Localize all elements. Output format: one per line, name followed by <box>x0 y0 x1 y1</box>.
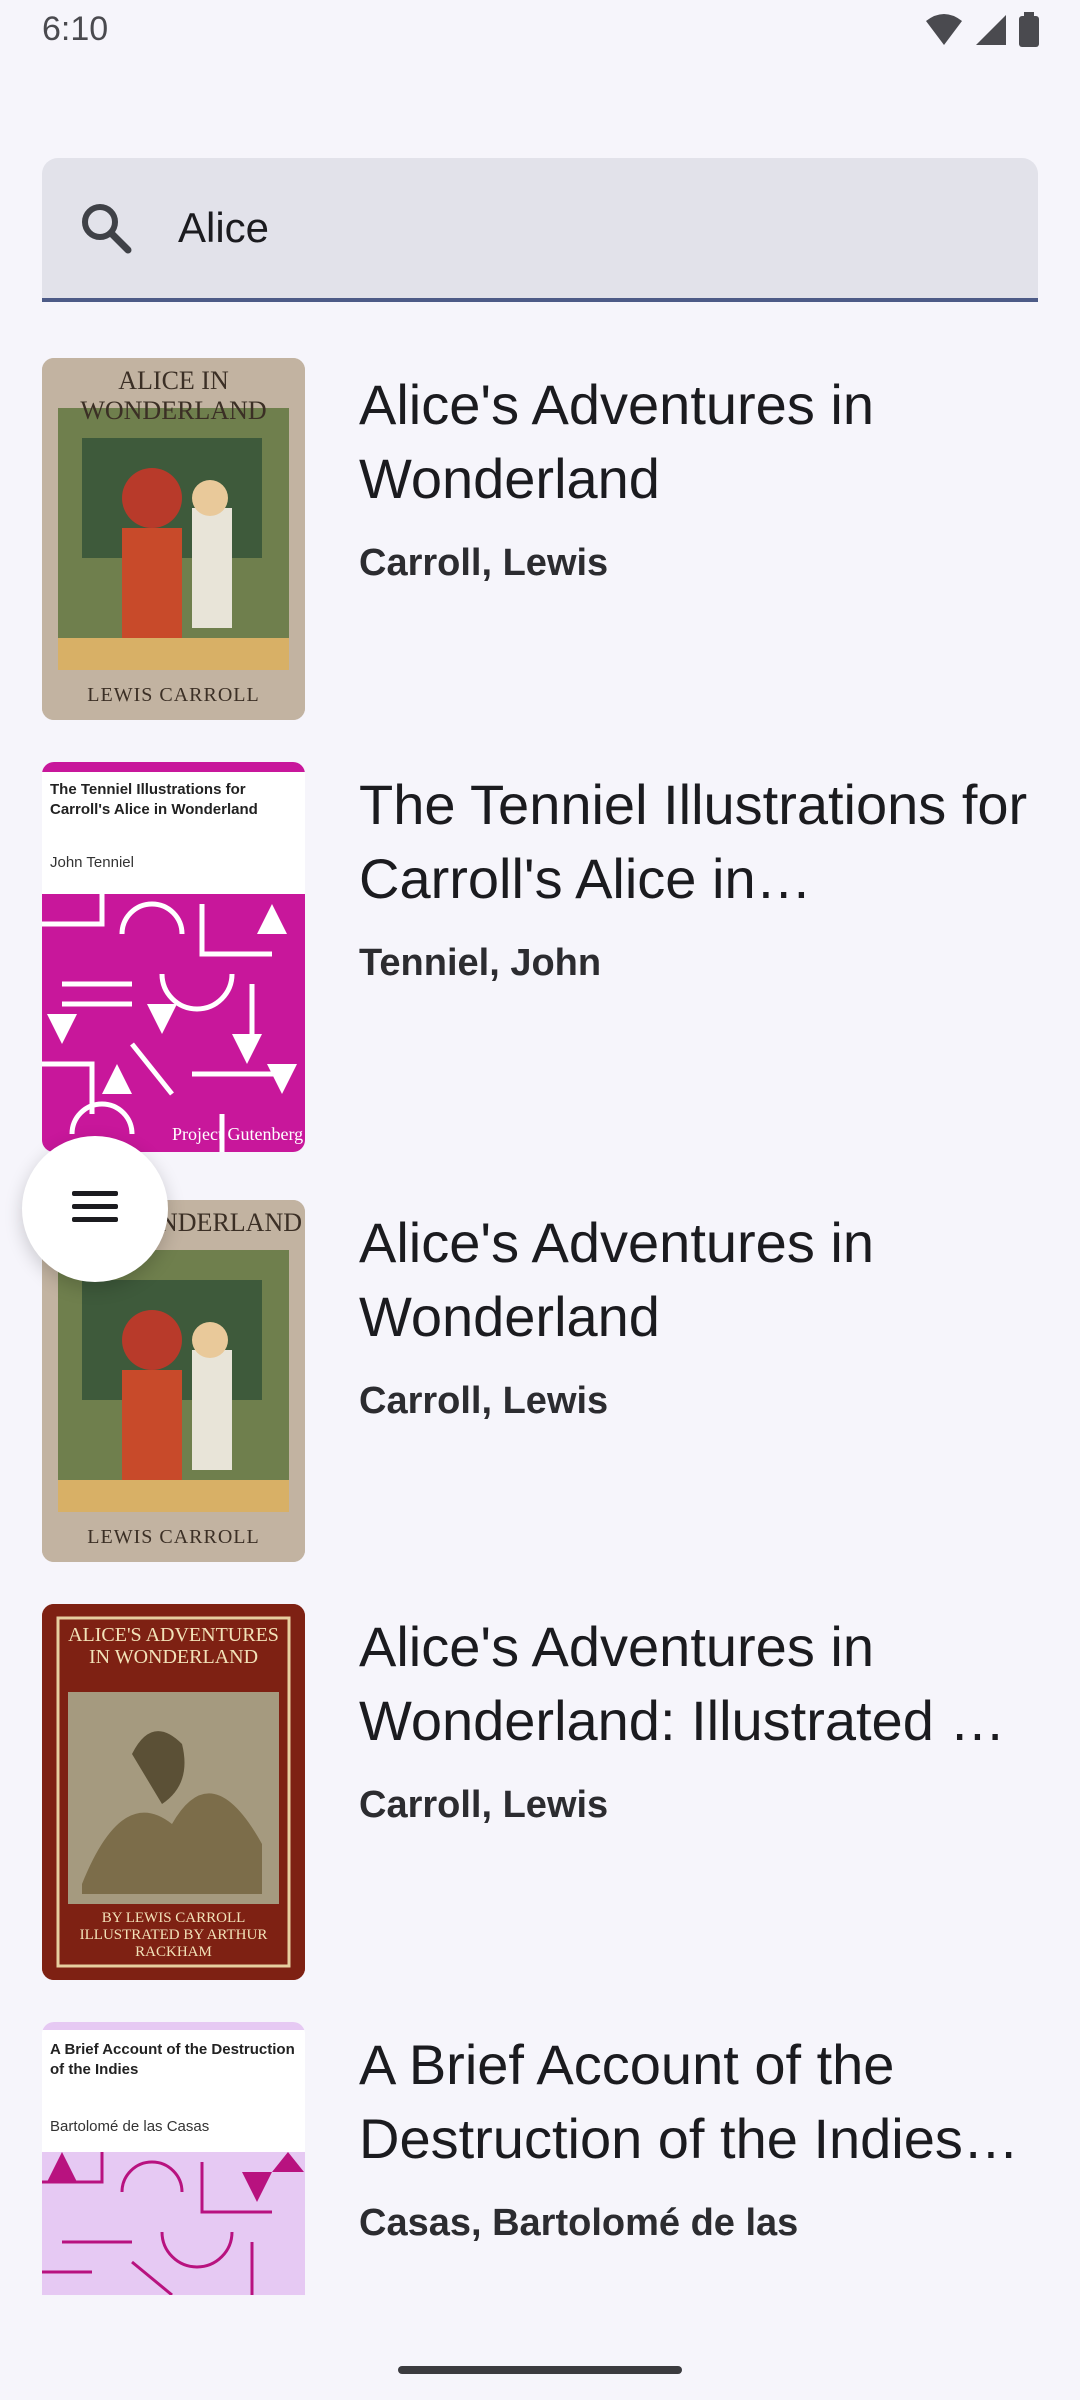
cover-footer: Project Gutenberg <box>172 1124 304 1144</box>
menu-icon <box>70 1187 120 1232</box>
cover-bottom-text: LEWIS CARROLL <box>87 684 260 706</box>
book-author: Casas, Bartolomé de las <box>359 2202 799 2244</box>
cover-top-text: ALICE'S ADVENTURES IN WONDERLAND <box>68 1624 279 1668</box>
list-item[interactable]: ALICE IN WONDERLAND LEWIS CARROLL Alice'… <box>0 358 1080 728</box>
status-time: 6:10 <box>42 10 109 48</box>
book-title: The Tenniel Illustrations for Carroll's … <box>359 773 1028 910</box>
cover-bottom-text: LEWIS CARROLL <box>87 1526 260 1548</box>
book-author: Carroll, Lewis <box>359 542 609 584</box>
book-cover: The Tenniel Illustrations for Carroll's … <box>42 762 305 1152</box>
book-cover: ALICE IN WONDERLAND LEWIS CARROLL <box>42 358 305 720</box>
signal-icon <box>974 13 1008 47</box>
cover-bottom-text: BY LEWIS CARROLL ILLUSTRATED BY ARTHUR R… <box>79 1910 268 1960</box>
book-title: A Brief Account of the Destruction of th… <box>359 2033 979 2170</box>
book-author: Carroll, Lewis <box>359 1380 609 1422</box>
book-title: Alice's Adventures in Wonderland <box>359 1211 874 1348</box>
book-cover: ALICE'S ADVENTURES IN WONDERLAND BY LEWI… <box>42 1604 305 1980</box>
book-title: Alice's Adventures in Wonderland: Illust… <box>359 1615 1009 1752</box>
list-item[interactable]: ALICE'S ADVENTURES IN WONDERLAND BY LEWI… <box>0 1604 1080 1980</box>
search-icon <box>78 200 134 256</box>
cover-heading: The Tenniel Illustrations for Carroll's … <box>50 781 258 818</box>
search-input[interactable] <box>178 196 998 260</box>
list-item[interactable]: WONDERLAND LEWIS CARROLL Alice's Adventu… <box>0 1200 1080 1570</box>
cover-subheading: John Tenniel <box>50 854 134 871</box>
book-cover: A Brief Account of the Destruction of th… <box>42 2022 305 2295</box>
status-icons <box>924 12 1040 48</box>
book-author: Carroll, Lewis <box>359 1784 609 1826</box>
book-title: Alice's Adventures in Wonderland <box>359 373 874 510</box>
wifi-icon <box>924 13 964 47</box>
list-item[interactable]: A Brief Account of the Destruction of th… <box>0 2022 1080 2295</box>
menu-button[interactable] <box>22 1136 168 1282</box>
gesture-navigation-bar[interactable] <box>398 2366 682 2374</box>
list-item[interactable]: The Tenniel Illustrations for Carroll's … <box>0 762 1080 1152</box>
cover-top-text: ALICE IN WONDERLAND <box>80 366 267 425</box>
search-bar[interactable] <box>42 158 1038 302</box>
book-author: Tenniel, John <box>359 942 602 984</box>
cover-subheading: Bartolomé de las Casas <box>50 2118 210 2135</box>
book-list[interactable]: ALICE IN WONDERLAND LEWIS CARROLL Alice'… <box>0 350 1080 2295</box>
battery-icon <box>1018 12 1040 48</box>
cover-heading: A Brief Account of the Destruction of th… <box>50 2041 295 2078</box>
status-bar: 6:10 <box>0 0 1080 64</box>
